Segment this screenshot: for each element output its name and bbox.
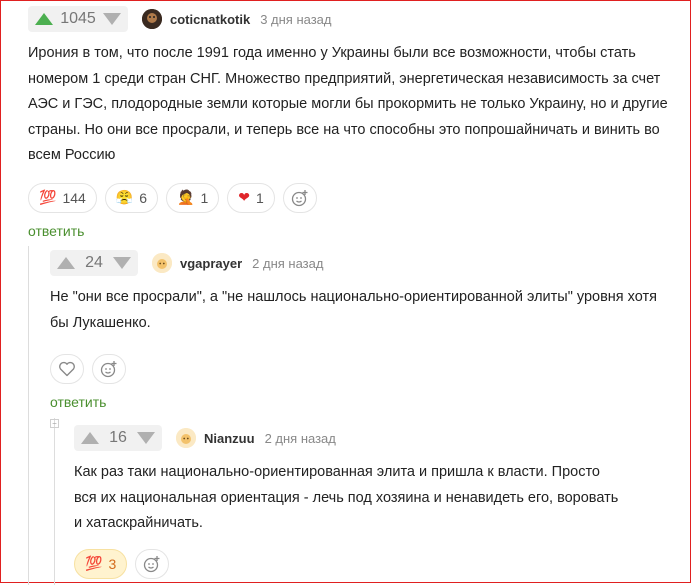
comment-line: Как раз таки национально-ориентированная… <box>74 464 601 480</box>
comment-header: 16 Nianzuu 2 дня назад <box>74 425 674 451</box>
reaction-count: 144 <box>62 189 86 206</box>
vote-widget: 24 <box>50 250 138 276</box>
add-reaction-button[interactable] <box>282 182 317 213</box>
author-nickname[interactable]: coticnatkotik <box>170 12 250 27</box>
comment-line: АЭС и ГЭС, плодородные земли которые мог… <box>28 96 668 112</box>
comment-line: Не "они все просрали", а "не нашлось нац… <box>50 289 658 305</box>
comment-header: 1045 coticnatkotik 3 дня назад <box>28 6 678 32</box>
avatar[interactable] <box>142 9 162 29</box>
reaction-facepalm[interactable]: 🤦 1 <box>166 182 220 213</box>
avatar[interactable] <box>152 253 172 273</box>
reaction-count: 1 <box>200 189 209 206</box>
author-nickname[interactable]: vgaprayer <box>180 256 242 271</box>
comment-header: 24 vgaprayer 2 дня назад <box>50 250 670 276</box>
reply-link[interactable]: ответить <box>50 394 106 410</box>
author[interactable]: Nianzuu 2 дня назад <box>176 428 336 448</box>
thread-line[interactable] <box>28 246 29 585</box>
comment-line: и хатаскрайничать. <box>74 515 203 531</box>
comment-text: Ирония в том, что после 1991 года именно… <box>28 41 678 169</box>
comment-3: 16 Nianzuu 2 дня назад Как раз таки наци… <box>74 425 674 579</box>
reaction-hundred[interactable]: 💯 144 <box>28 182 97 213</box>
add-reaction-icon <box>144 555 160 572</box>
hundred-emoji-icon: 💯 <box>85 555 103 571</box>
reaction-angry[interactable]: 😤 6 <box>104 182 159 213</box>
upvote-icon[interactable] <box>34 12 54 26</box>
heart-emoji-icon: ❤ <box>238 189 250 205</box>
reactions-bar: 💯 3 <box>74 548 674 579</box>
facepalm-emoji-icon: 🤦 <box>177 189 195 205</box>
downvote-icon[interactable] <box>136 431 156 445</box>
comment-line: номером 1 среди стран СНГ. Множество пре… <box>28 70 661 87</box>
reactions-bar <box>50 354 670 384</box>
rating-count: 1045 <box>60 10 96 27</box>
rating-count: 24 <box>85 254 103 271</box>
heart-outline-icon <box>59 361 75 377</box>
vote-widget: 16 <box>74 425 162 451</box>
add-reaction-button[interactable] <box>135 548 170 579</box>
add-reaction-button[interactable] <box>92 354 126 384</box>
vote-widget: 1045 <box>28 6 128 32</box>
reply-link[interactable]: ответить <box>28 223 84 239</box>
timestamp: 3 дня назад <box>260 11 332 27</box>
collapse-icon[interactable]: − <box>50 419 59 428</box>
add-reaction-icon <box>291 189 308 206</box>
author-nickname[interactable]: Nianzuu <box>204 431 255 446</box>
reaction-count: 3 <box>108 555 117 572</box>
comment-text: Как раз таки национально-ориентированная… <box>74 460 674 537</box>
reaction-heart[interactable]: ❤ 1 <box>227 182 275 213</box>
reaction-count: 1 <box>256 189 264 206</box>
avatar[interactable] <box>176 428 196 448</box>
thread-line[interactable] <box>54 418 55 585</box>
comment-text: Не "они все просрали", а "не нашлось нац… <box>50 285 670 336</box>
downvote-icon[interactable] <box>112 256 132 270</box>
like-button[interactable] <box>50 354 84 384</box>
downvote-icon[interactable] <box>102 12 122 26</box>
timestamp: 2 дня назад <box>252 255 324 271</box>
add-reaction-icon <box>100 361 117 378</box>
hundred-emoji-icon: 💯 <box>39 189 57 205</box>
angry-face-emoji-icon: 😤 <box>115 189 134 205</box>
rating-count: 16 <box>109 429 127 446</box>
upvote-icon[interactable] <box>80 431 100 445</box>
comment-line: бы Лукашенко. <box>50 314 151 331</box>
comment-line: всем Россию <box>28 147 116 163</box>
comment-line: страны. Но они все просрали, и теперь вс… <box>28 121 660 138</box>
comment-line: вся их национальная ориентация - лечь по… <box>74 489 619 506</box>
comment-1: 1045 coticnatkotik 3 дня назад Ирония в … <box>28 6 678 241</box>
comment-2: 24 vgaprayer 2 дня назад Не "они все про… <box>50 250 670 412</box>
reactions-bar: 💯 144 😤 6 🤦 1 ❤ 1 <box>28 182 678 213</box>
author[interactable]: vgaprayer 2 дня назад <box>152 253 323 273</box>
upvote-icon[interactable] <box>56 256 76 270</box>
reaction-hundred[interactable]: 💯 3 <box>74 548 128 579</box>
comment-line: Ирония в том, что после 1991 года именно… <box>28 45 636 61</box>
reaction-count: 6 <box>139 189 148 206</box>
author[interactable]: coticnatkotik 3 дня назад <box>142 9 331 29</box>
timestamp: 2 дня назад <box>264 430 336 446</box>
